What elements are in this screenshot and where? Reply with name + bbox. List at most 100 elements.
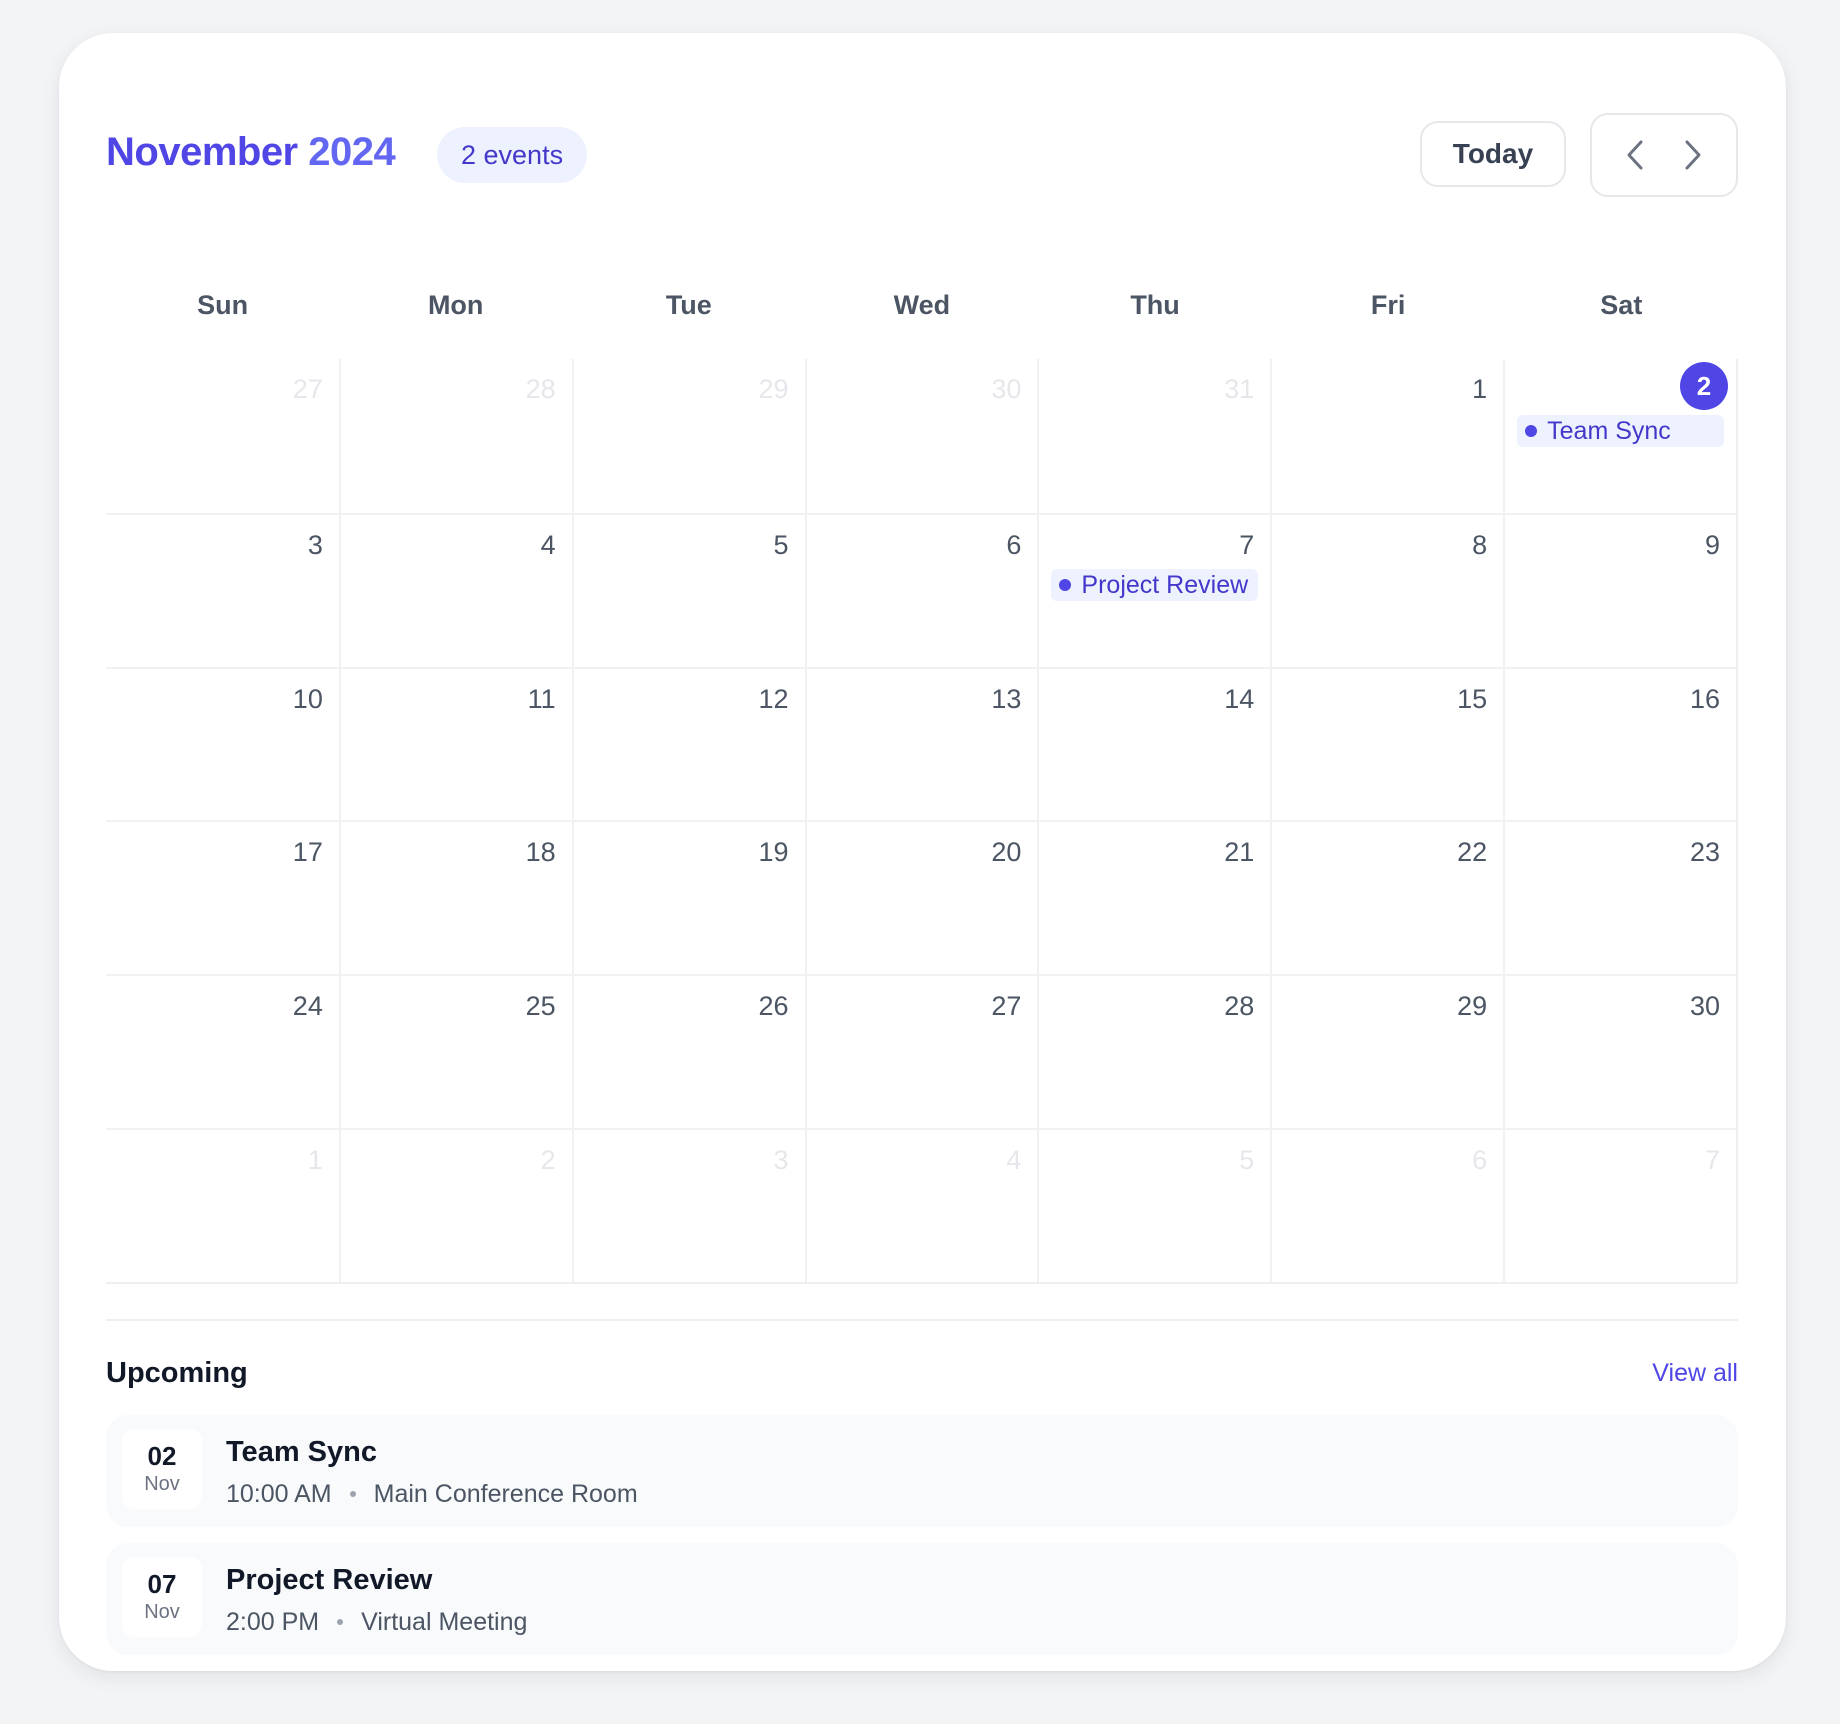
upcoming-event-row[interactable]: 02 Nov Team Sync 10:00 AM Main Conference Ro… <box>106 1415 1738 1527</box>
day-cell[interactable]: 27 <box>804 974 1038 1129</box>
day-cell[interactable]: 10 <box>106 666 339 821</box>
day-number: 1 <box>307 1145 323 1176</box>
day-cell[interactable]: 16 <box>1503 666 1736 821</box>
day-number: 10 <box>292 683 323 714</box>
day-cell[interactable]: 12 <box>571 666 805 821</box>
day-cell[interactable]: 29 <box>1270 974 1504 1129</box>
day-cell[interactable]: 6 <box>1270 1128 1504 1282</box>
day-number: 5 <box>773 529 789 560</box>
weekday-label: Sun <box>197 290 249 320</box>
today-button[interactable]: Today <box>1420 121 1566 187</box>
day-number: 27 <box>292 374 323 404</box>
day-cell[interactable]: 21 <box>1037 820 1271 975</box>
event-chip-label: Project Review <box>1081 570 1249 599</box>
day-cell[interactable]: 17 <box>106 820 339 974</box>
day-cell[interactable]: 1 <box>106 1128 339 1282</box>
day-cell[interactable]: 6 <box>804 512 1038 667</box>
day-cell[interactable]: 14 <box>1037 666 1271 821</box>
day-number: 7 <box>1239 529 1255 560</box>
calendar-grid: 27 28 29 30 31 1 2 Team Sync 3 4 5 6 7 Project Review… <box>106 359 1738 1284</box>
day-cell[interactable]: 23 <box>1503 820 1736 975</box>
event-chip-label: Team Sync <box>1547 417 1671 445</box>
event-dot-icon <box>1525 425 1538 437</box>
day-cell[interactable]: 31 <box>1037 359 1270 513</box>
day-number: 14 <box>1224 683 1255 714</box>
day-number: 22 <box>1457 837 1488 868</box>
event-date-day: 07 <box>147 1569 177 1599</box>
event-date-month: Nov <box>144 1473 180 1495</box>
day-cell[interactable]: 9 <box>1503 512 1736 667</box>
day-cell[interactable]: 4 <box>338 512 572 667</box>
weekday-header-row: Sun Mon Tue Wed Thu Fri Sat <box>106 283 1738 327</box>
next-month-button[interactable] <box>1673 127 1713 183</box>
day-number: 8 <box>1472 529 1488 560</box>
view-all-link[interactable]: View all <box>1652 1357 1738 1389</box>
day-cell[interactable]: 3 <box>571 1128 805 1282</box>
day-number: 30 <box>991 374 1022 404</box>
day-number: 27 <box>991 991 1022 1022</box>
event-date-month: Nov <box>144 1601 180 1623</box>
day-cell[interactable]: 28 <box>338 359 572 513</box>
day-number: 5 <box>1239 1145 1255 1176</box>
day-cell[interactable]: 5 <box>571 512 805 667</box>
day-number: 7 <box>1704 1145 1720 1176</box>
prev-month-button[interactable] <box>1615 127 1655 183</box>
calendar-card: November 2024 2 events Today Sun Mon Tue We… <box>59 33 1786 1671</box>
day-cell[interactable]: 24 <box>106 974 339 1128</box>
day-cell[interactable]: 5 <box>1037 1128 1271 1282</box>
day-cell[interactable]: 28 <box>1037 974 1271 1129</box>
event-date-day: 02 <box>147 1441 177 1471</box>
event-time: 10:00 AM <box>226 1480 332 1508</box>
weekday-label: Sat <box>1600 290 1643 320</box>
day-cell[interactable]: 27 <box>106 359 339 513</box>
day-cell[interactable]: 13 <box>804 666 1038 821</box>
day-cell[interactable]: 2 Team Sync <box>1503 359 1736 513</box>
day-cell[interactable]: 22 <box>1270 820 1504 975</box>
day-number: 13 <box>991 683 1022 714</box>
day-number: 15 <box>1457 683 1488 714</box>
day-cell[interactable]: 1 <box>1270 359 1503 513</box>
section-divider <box>106 1319 1738 1321</box>
upcoming-event-row[interactable]: 07 Nov Project Review 2:00 PM Virtual Meetin… <box>106 1543 1738 1655</box>
day-number: 4 <box>540 529 556 560</box>
day-cell[interactable]: 7 <box>1503 1128 1736 1282</box>
day-number: 21 <box>1224 837 1255 868</box>
day-cell[interactable]: 11 <box>338 666 572 821</box>
day-cell[interactable]: 15 <box>1270 666 1504 821</box>
day-cell[interactable]: 30 <box>1503 974 1736 1129</box>
day-cell[interactable]: 30 <box>804 359 1038 513</box>
day-number: 4 <box>1006 1145 1022 1176</box>
day-cell[interactable]: 29 <box>571 359 805 513</box>
day-cell[interactable]: 26 <box>571 974 805 1129</box>
event-location: Main Conference Room <box>373 1480 638 1508</box>
day-number: 6 <box>1472 1145 1488 1176</box>
day-number: 26 <box>758 991 789 1022</box>
day-cell[interactable]: 20 <box>804 820 1038 975</box>
day-cell[interactable]: 8 <box>1270 512 1504 667</box>
day-cell[interactable]: 2 <box>338 1128 572 1282</box>
day-number: 29 <box>758 374 789 404</box>
day-cell[interactable]: 7 Project Review <box>1037 512 1271 667</box>
weekday-label: Fri <box>1370 290 1406 320</box>
day-number: 18 <box>525 837 556 868</box>
day-number: 16 <box>1689 683 1720 714</box>
event-count-badge: 2 events <box>437 127 588 183</box>
day-cell[interactable]: 18 <box>338 820 572 975</box>
day-number: 1 <box>1472 374 1488 404</box>
day-number: 23 <box>1689 837 1720 868</box>
day-cell[interactable]: 19 <box>571 820 805 975</box>
day-number: 12 <box>758 683 789 714</box>
day-cell[interactable]: 25 <box>338 974 572 1129</box>
day-cell[interactable]: 3 <box>106 512 339 667</box>
event-title: Team Sync <box>226 1436 377 1468</box>
event-chip[interactable]: Team Sync <box>1517 415 1724 447</box>
day-number: 28 <box>525 374 556 404</box>
day-cell[interactable]: 4 <box>804 1128 1038 1282</box>
day-number: 25 <box>525 991 556 1022</box>
day-number: 3 <box>773 1145 789 1176</box>
event-chip[interactable]: Project Review <box>1051 568 1259 601</box>
separator-dot-icon <box>337 1619 344 1625</box>
day-number: 20 <box>991 837 1022 868</box>
day-number: 2 <box>540 1145 556 1176</box>
event-title: Project Review <box>226 1564 433 1596</box>
